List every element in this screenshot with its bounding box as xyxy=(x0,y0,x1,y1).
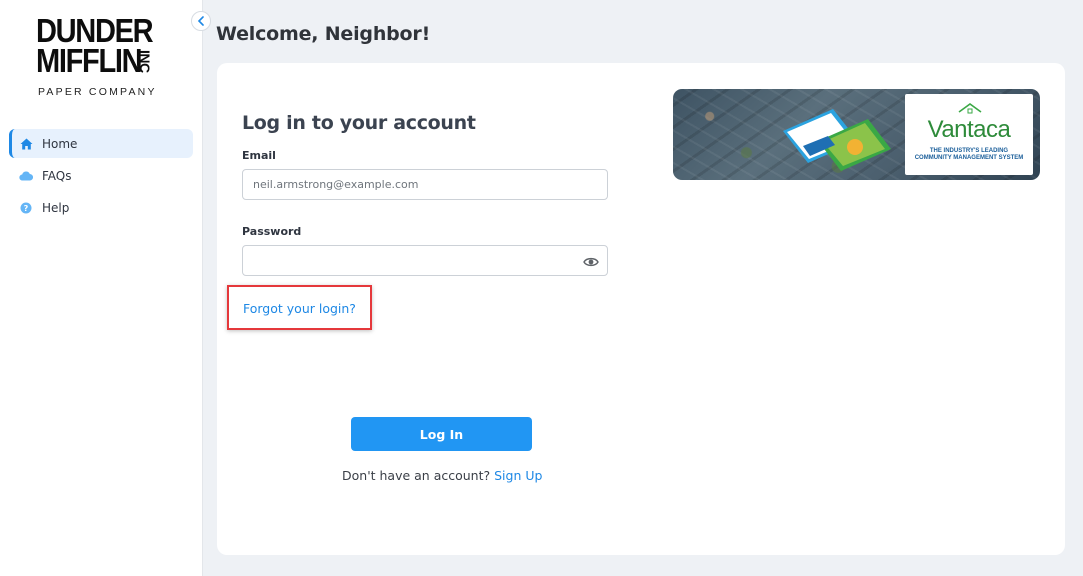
company-logo: DUNDER MIFFLIN INC PAPER COMPANY xyxy=(36,14,168,100)
cloud-icon xyxy=(19,169,33,183)
signup-prompt: Don't have an account? xyxy=(342,468,491,483)
email-field[interactable] xyxy=(242,169,608,200)
login-button[interactable]: Log In xyxy=(351,417,532,451)
svg-text:?: ? xyxy=(24,204,29,213)
vantaca-banner: Vantaca THE INDUSTRY'S LEADING COMMUNITY… xyxy=(673,89,1040,180)
password-label: Password xyxy=(242,225,302,238)
password-field[interactable] xyxy=(242,245,608,276)
logo-inc: INC xyxy=(137,50,153,73)
login-form-title: Log in to your account xyxy=(242,112,476,134)
logo-subtitle: PAPER COMPANY xyxy=(38,86,157,98)
sidebar-item-label: FAQs xyxy=(42,168,72,183)
home-icon xyxy=(19,137,33,151)
sidebar-item-home[interactable]: Home xyxy=(9,129,193,158)
sidebar-item-faqs[interactable]: FAQs xyxy=(9,161,193,190)
collapse-sidebar-button[interactable] xyxy=(191,11,211,31)
vantaca-tagline: THE INDUSTRY'S LEADING COMMUNITY MANAGEM… xyxy=(914,148,1024,161)
email-label: Email xyxy=(242,149,276,162)
login-card: Log in to your account Email Password Fo… xyxy=(217,63,1065,555)
help-circle-icon: ? xyxy=(19,201,33,215)
forgot-login-link[interactable]: Forgot your login? xyxy=(243,301,356,316)
signup-link[interactable]: Sign Up xyxy=(494,468,542,483)
logo-line-2: MIFFLIN xyxy=(36,42,143,79)
sidebar-nav: Home FAQs ? Help xyxy=(9,129,193,225)
vantaca-logo-text: Vantaca xyxy=(927,116,1011,143)
show-password-icon[interactable] xyxy=(583,253,601,267)
vantaca-brand-panel: Vantaca THE INDUSTRY'S LEADING COMMUNITY… xyxy=(905,94,1033,175)
sidebar: DUNDER MIFFLIN INC PAPER COMPANY Home FA… xyxy=(0,0,203,576)
app-devices-image xyxy=(783,109,891,171)
signup-row: Don't have an account? Sign Up xyxy=(342,468,542,483)
page-title: Welcome, Neighbor! xyxy=(216,23,431,45)
sidebar-item-label: Home xyxy=(42,136,78,151)
chevron-left-icon xyxy=(197,16,204,26)
sidebar-item-label: Help xyxy=(42,200,70,215)
sidebar-item-help[interactable]: ? Help xyxy=(9,193,193,222)
